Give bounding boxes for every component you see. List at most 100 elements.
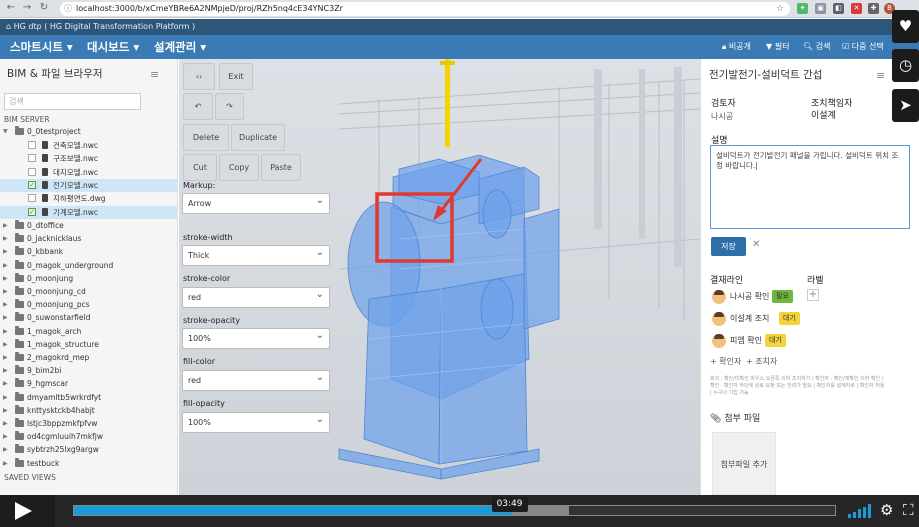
close-icon[interactable]: ✕ [752,239,760,250]
tree-folder[interactable]: ▶ 0_dtoffice [0,219,178,232]
tree-folder[interactable]: ▶ 1_magok_structure [0,338,178,351]
hamburger-menu-icon[interactable]: ≡ [876,69,885,82]
caret-right-icon[interactable]: ▶ [3,443,8,456]
tree-folder[interactable]: ▶ knttysktckb4habjt [0,404,178,417]
tree-folder[interactable]: ▶ lstjc3bppzmkfpfvw [0,417,178,430]
paste-button[interactable]: Paste [261,154,301,181]
tree-folder[interactable]: ▶ testbuck [0,457,178,470]
caret-down-icon[interactable]: ▼ [3,125,8,138]
checkbox[interactable]: ✓ [28,207,36,216]
caret-right-icon[interactable]: ▶ [3,417,8,430]
private-toggle[interactable]: 🔒︎ 비공개 [722,35,751,59]
tree-folder[interactable]: ▶ 0_moonjung_pcs [0,298,178,311]
tree-folder[interactable]: ▶ 0_jacknicklaus [0,232,178,245]
delete-button[interactable]: Delete [183,124,229,151]
search-input[interactable]: 검색 [4,93,141,110]
caret-right-icon[interactable]: ▶ [3,272,8,285]
menu-design[interactable]: 설계관리 ▾ [154,35,206,59]
tree-file[interactable]: ✓ 전기모델.nwc [0,178,178,192]
caret-right-icon[interactable]: ▶ [3,219,8,232]
extension-icon[interactable]: ✦ [797,3,808,14]
fullscreen-icon[interactable]: ⛶ [903,501,914,519]
bookmark-star-icon[interactable]: ☆ [776,2,784,16]
caret-right-icon[interactable]: ▶ [3,377,8,390]
tree-folder[interactable]: ▶ 2_magokrd_mep [0,351,178,364]
extension-icon[interactable]: ▣ [815,3,826,14]
extension-icon[interactable]: ✕ [851,3,862,14]
address-bar[interactable]: ⓘ localhost:3000/b/xCmeYBRe6A2NMpjeD/pro… [60,2,790,16]
caret-right-icon[interactable]: ▶ [3,285,8,298]
approval-row[interactable]: 피엠 확인 대기 [712,333,832,349]
add-attachment-button[interactable]: 첨부파일 추가 [712,432,776,495]
copy-button[interactable]: Copy [219,154,259,181]
caret-right-icon[interactable]: ▶ [3,351,8,364]
extension-icon[interactable]: ◧ [833,3,844,14]
tree-folder[interactable]: ▶ 1_magok_arch [0,325,178,338]
caret-right-icon[interactable]: ▶ [3,298,8,311]
save-button[interactable]: 저장 [711,237,746,256]
caret-right-icon[interactable]: ▶ [3,245,8,258]
tree-folder[interactable]: ▶ dmyamltb5wrkrdfyt [0,391,178,404]
tree-file[interactable]: 지하평면도.dwg [0,192,178,205]
tree-folder[interactable]: ▶ sybtrzh25lxg9argw [0,443,178,456]
fill-color-select[interactable]: red [182,368,330,391]
caret-right-icon[interactable]: ▶ [3,364,8,377]
tree-file[interactable]: 구조보델.nwc [0,152,178,165]
caret-right-icon[interactable]: ▶ [3,311,8,324]
caret-right-icon[interactable]: ▶ [3,457,8,470]
menu-smartsheet[interactable]: 스마트시트 ▾ [10,35,73,59]
caret-right-icon[interactable]: ▶ [3,338,8,351]
tree-folder[interactable]: ▶ od4cgmluuih7mkfjw [0,430,178,443]
puzzle-icon[interactable]: ✚ [868,3,879,14]
settings-gear-icon[interactable]: ⚙ [880,501,893,519]
site-info-icon[interactable]: ⓘ [64,2,72,16]
heart-icon[interactable]: ♥ [892,10,919,43]
approval-row[interactable]: 나시공 확인 필요 [712,289,832,305]
forward-arrow-icon[interactable]: → [20,2,34,13]
markup-select[interactable]: Arrow [182,191,330,214]
fill-opacity-select[interactable]: 100% [182,410,330,433]
add-confirmer-button[interactable]: + 확인자 [710,356,741,367]
code-toggle-button[interactable]: ‹› [183,63,215,90]
search-button[interactable]: 🔍︎ 검색 [803,35,830,59]
tree-folder[interactable]: ▶ 0_moonjung [0,272,178,285]
filter-button[interactable]: ▼ 필터 [766,35,789,59]
stroke-opacity-select[interactable]: 100% [182,326,330,349]
caret-right-icon[interactable]: ▶ [3,232,8,245]
send-icon[interactable]: ➤ [892,89,919,122]
multi-select-button[interactable]: ☑ 다중 선택 [842,35,884,59]
tree-folder[interactable]: ▶ 0_magok_underground [0,259,178,272]
tree-project[interactable]: ▼ 0_0testproject [0,125,178,138]
clock-icon[interactable]: ◷ [892,49,919,82]
add-actor-button[interactable]: + 조치자 [746,356,777,367]
menu-dashboard[interactable]: 대시보드 ▾ [87,35,139,59]
reload-icon[interactable]: ↻ [37,2,51,13]
checkbox[interactable] [28,167,36,176]
cut-button[interactable]: Cut [183,154,217,181]
checkbox[interactable]: ✓ [28,180,36,189]
home-icon[interactable]: ⌂ [6,22,14,31]
back-arrow-icon[interactable]: ← [4,2,18,13]
stroke-color-select[interactable]: red [182,285,330,308]
checkbox[interactable] [28,194,36,203]
volume-icon[interactable] [848,504,871,518]
checkbox[interactable] [28,141,36,149]
caret-right-icon[interactable]: ▶ [3,430,8,443]
hamburger-menu-icon[interactable]: ≡ [150,68,159,81]
tree-file[interactable]: 건축모델.nwc [0,139,178,152]
tree-folder[interactable]: ▶ 9_bim2bi [0,364,178,377]
tree-folder[interactable]: ▶ 9_hgmscar [0,377,178,390]
tree-folder[interactable]: ▶ 0_moonjung_cd [0,285,178,298]
play-icon[interactable] [0,495,55,527]
approval-row[interactable]: 이설계 조치 대기 [712,311,832,327]
caret-right-icon[interactable]: ▶ [3,325,8,338]
tree-folder[interactable]: ▶ 0_kbbank [0,245,178,258]
description-textarea[interactable]: 설비덕트가 전기발전기 패널을 가립니다. 설비덕트 위치 조정 바랍니다.| [710,145,910,229]
caret-right-icon[interactable]: ▶ [3,259,8,272]
stroke-width-select[interactable]: Thick [182,243,330,266]
duplicate-button[interactable]: Duplicate [231,124,285,151]
tree-folder[interactable]: ▶ 0_suwonstarfield [0,311,178,324]
caret-right-icon[interactable]: ▶ [3,391,8,404]
tree-file[interactable]: 대지모델.nwc [0,166,178,179]
checkbox[interactable] [28,154,36,163]
